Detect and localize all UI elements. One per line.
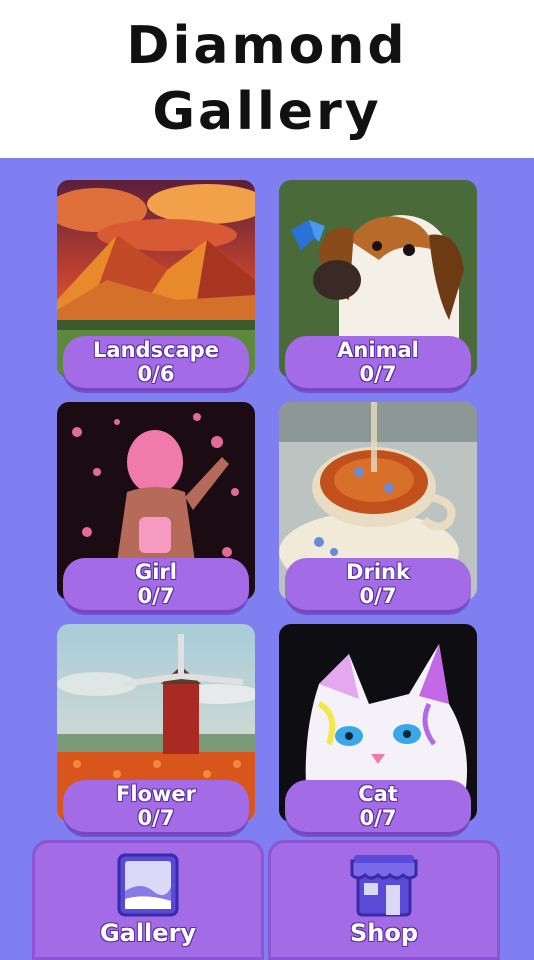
progress-count: 0/7 [359,584,397,608]
category-label: Girl 0/7 [63,558,249,613]
category-card-landscape[interactable]: Landscape 0/6 [57,180,255,391]
category-card-cat[interactable]: Cat 0/7 [279,624,477,835]
category-label: Animal 0/7 [285,336,471,391]
category-label: Flower 0/7 [63,780,249,835]
category-card-girl[interactable]: Girl 0/7 [57,402,255,613]
category-label: Cat 0/7 [285,780,471,835]
progress-count: 0/7 [359,362,397,386]
progress-count: 0/6 [137,362,175,386]
category-label: Drink 0/7 [285,558,471,613]
tab-shop[interactable]: Shop [268,840,500,960]
category-label: Landscape 0/6 [63,336,249,391]
category-card-drink[interactable]: Drink 0/7 [279,402,477,613]
progress-count: 0/7 [137,584,175,608]
tab-gallery-label: Gallery [99,919,197,947]
progress-count: 0/7 [359,806,397,830]
category-card-animal[interactable]: Animal 0/7 [279,180,477,391]
category-card-flower[interactable]: Flower 0/7 [57,624,255,835]
tab-shop-label: Shop [349,919,419,947]
header: Diamond Gallery [0,0,534,158]
tab-gallery[interactable]: Gallery [32,840,264,960]
page-title-line2: Gallery [152,82,382,142]
progress-count: 0/7 [137,806,175,830]
picture-frame-icon [117,853,179,921]
page-title-line1: Diamond [126,16,408,76]
storefront-icon [350,853,418,921]
